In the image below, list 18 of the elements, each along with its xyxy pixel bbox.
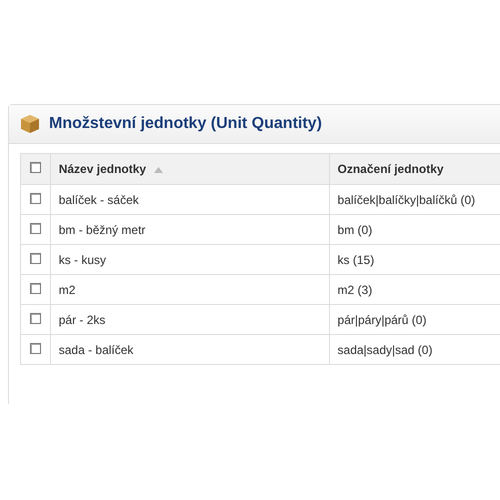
checkbox[interactable]	[30, 282, 41, 294]
panel-title: Množstevní jednotky (Unit Quantity)	[49, 114, 322, 134]
table-cell: balíček - sáček	[50, 184, 330, 214]
table-cell: pár - 2ks	[50, 304, 330, 334]
checkbox[interactable]	[30, 342, 41, 354]
table-cell: bm - běžný metr	[50, 214, 330, 244]
table-cell: m2	[50, 274, 330, 304]
table-cell: ks - kusy	[50, 244, 330, 274]
column-header[interactable]: Označení jednotky	[329, 154, 500, 184]
sort-arrow-icon	[154, 166, 164, 173]
table-cell: sada - balíček	[50, 334, 330, 364]
checkbox[interactable]	[30, 192, 41, 204]
checkbox[interactable]	[30, 252, 41, 264]
box-icon	[19, 114, 41, 134]
checkbox[interactable]	[30, 162, 41, 173]
column-header[interactable]: Název jednotky	[50, 154, 330, 184]
checkbox[interactable]	[30, 312, 41, 324]
checkbox[interactable]	[30, 222, 41, 234]
